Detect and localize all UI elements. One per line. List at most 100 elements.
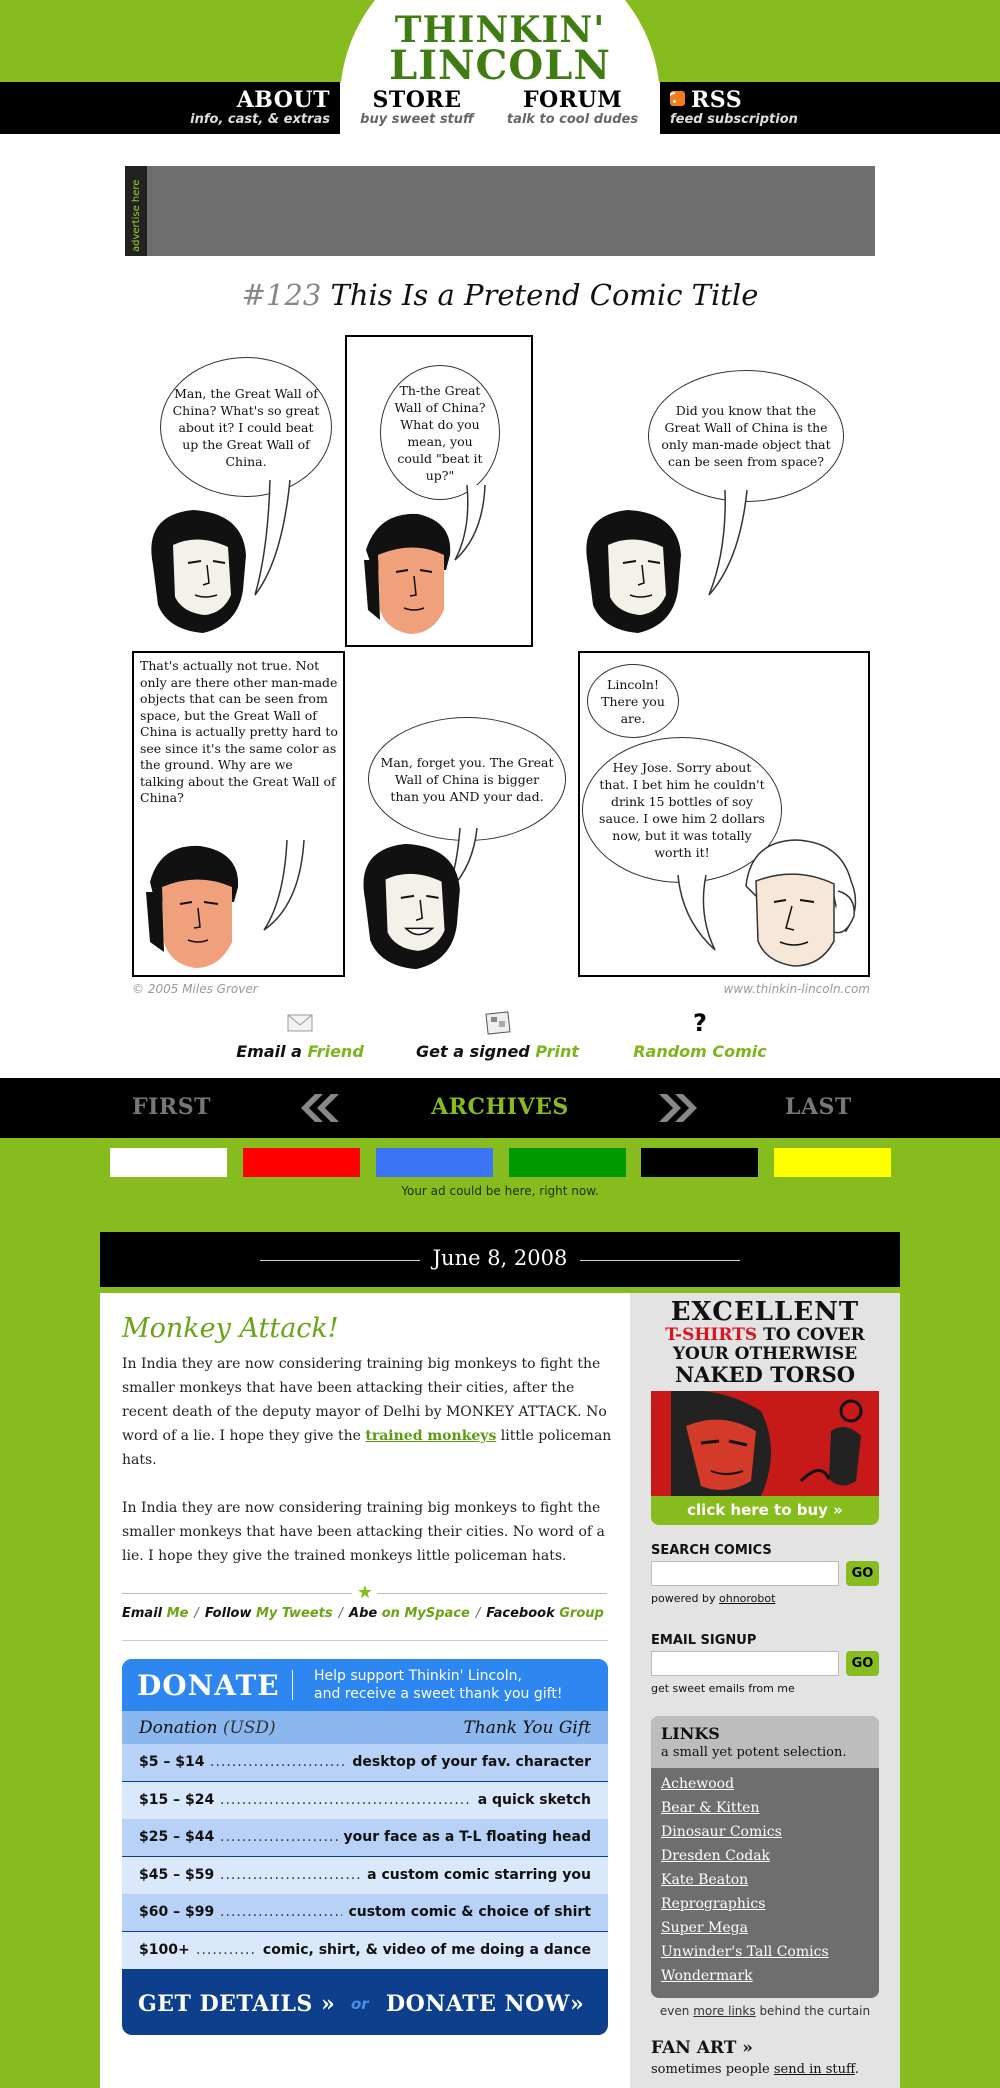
rss-icon [670, 91, 685, 106]
social-follow-tweets[interactable]: Follow My Tweets [205, 1606, 333, 1621]
social-links: Email Me / Follow My Tweets / Abe on MySpace… [122, 1606, 604, 1621]
last-comic-button[interactable]: LAST [785, 1094, 852, 1120]
links-header: LINKS a small yet potent selection. [651, 1716, 879, 1768]
nav-forum[interactable]: FORUM talk to cool dudes [500, 88, 645, 132]
social-myspace[interactable]: Abe on MySpace [349, 1606, 470, 1621]
ad-swatch[interactable] [774, 1148, 891, 1177]
jose-face-2 [146, 845, 239, 968]
nav-about[interactable]: ABOUT info, cast, & extras [170, 88, 330, 132]
links-subtitle: a small yet potent selection. [661, 1745, 847, 1760]
speech-bubble-6: Lincoln! There you are. [587, 664, 679, 738]
sidebar-link[interactable]: Unwinder's Tall Comics [661, 1944, 829, 1960]
sidebar-link[interactable]: Bear & Kitten [661, 1800, 759, 1816]
search-comics-label: SEARCH COMICS [651, 1543, 772, 1558]
social-facebook-group[interactable]: Facebook Group [486, 1606, 604, 1621]
ad-swatch[interactable] [509, 1148, 626, 1177]
fan-art-text: sometimes people send in stuff. [651, 2062, 859, 2077]
donate-gift: a quick sketch [477, 1791, 591, 1808]
nav-rss[interactable]: RSS feed subscription [670, 88, 840, 132]
links-title: LINKS [661, 1724, 720, 1743]
post-date-bar: June 8, 2008 [100, 1232, 900, 1290]
donate-amount: $15 – $24 [139, 1791, 215, 1808]
donate-amount: $100+ [139, 1941, 190, 1958]
search-go-button[interactable]: GO [846, 1561, 879, 1586]
donate-gift: comic, shirt, & video of me doing a danc… [262, 1941, 591, 1958]
next-chevron-icon[interactable] [655, 1094, 705, 1122]
post-title[interactable]: Monkey Attack! [122, 1313, 339, 1344]
ad-swatch[interactable] [641, 1148, 758, 1177]
nav-about-sub: info, cast, & extras [190, 112, 330, 127]
buy-tshirt-button[interactable]: click here to buy » [651, 1496, 879, 1525]
ad-swatch[interactable] [376, 1148, 493, 1177]
get-details-button[interactable]: GET DETAILS » [138, 1991, 335, 2017]
random-comic-link[interactable]: ? Random Comic [615, 1010, 785, 1061]
comic-site-url[interactable]: www.thinkin-lincoln.com [723, 982, 870, 996]
donate-tier-row[interactable]: $25 – $44........................ your fa… [122, 1819, 608, 1856]
send-in-stuff-link[interactable]: send in stuff [774, 2062, 855, 2077]
signed-print-link[interactable]: Get a signed Print [405, 1010, 590, 1061]
ad-caption: Your ad could be here, right now. [401, 1184, 599, 1198]
separator [122, 1640, 608, 1641]
tshirt-promo-image[interactable] [651, 1391, 879, 1496]
donate-now-button[interactable]: DONATE NOW» [386, 1991, 584, 2017]
logo-line-2: LINCOLN [389, 42, 611, 89]
donate-gift: custom comic & choice of shirt [348, 1904, 591, 1920]
speech-bubble-1: Man, the Great Wall of China? What's so … [160, 357, 332, 497]
donate-tier-row[interactable]: $100+............. comic, shirt, & video … [122, 1931, 608, 1969]
sidebar-link[interactable]: Dresden Codak [661, 1848, 770, 1864]
email-go-button[interactable]: GO [846, 1651, 879, 1676]
donate-divider [292, 1670, 293, 1700]
sidebar-link[interactable]: Super Mega [661, 1920, 748, 1936]
site-logo[interactable]: THINKIN' LINCOLN [340, 12, 660, 89]
jose-face-1 [364, 513, 451, 634]
advertisement-banner[interactable]: advertise here [125, 166, 875, 256]
fan-art-heading[interactable]: FAN ART » [651, 2038, 753, 2058]
gift-column-header: Thank You Gift [463, 1718, 591, 1738]
speech-bubble-2: Th-the Great Wall of China? What do you … [380, 365, 500, 500]
donate-footer: GET DETAILS » or DONATE NOW» [122, 1977, 608, 2035]
search-comics-input[interactable] [651, 1561, 839, 1586]
leader-dots: ............................ [210, 1754, 346, 1770]
email-signup-note: get sweet emails from me [651, 1682, 795, 1695]
question-mark-icon: ? [693, 1009, 707, 1037]
donate-tier-row[interactable]: $15 – $24...............................… [122, 1781, 608, 1819]
nav-store[interactable]: STORE buy sweet stuff [352, 88, 482, 132]
ohnorobot-link[interactable]: ohnorobot [719, 1592, 775, 1605]
donate-tier-row[interactable]: $45 – $59............................. a … [122, 1856, 608, 1894]
email-a-friend-link[interactable]: Email a Friend [225, 1010, 375, 1061]
print-icon [484, 1011, 511, 1035]
speech-bubble-5: Man, forget you. The Great Wall of China… [368, 717, 566, 841]
leader-dots: ........................ [220, 1829, 338, 1845]
ad-swatch[interactable] [243, 1148, 360, 1177]
donate-box: DONATE Help support Thinkin' Lincoln, and… [122, 1659, 608, 2035]
leader-dots: ......................... [220, 1904, 342, 1920]
nav-forum-sub: talk to cool dudes [506, 112, 639, 127]
sidebar-link[interactable]: Kate Beaton [661, 1872, 748, 1888]
sidebar-link[interactable]: Reprographics [661, 1896, 765, 1912]
comic-title: #123 This Is a Pretend Comic Title [0, 278, 1000, 312]
nav-rss-sub: feed subscription [670, 112, 798, 127]
sidebar-link[interactable]: Dinosaur Comics [661, 1824, 782, 1840]
advertise-here-tab[interactable]: advertise here [125, 166, 147, 256]
donate-header: DONATE Help support Thinkin' Lincoln, and… [122, 1659, 608, 1711]
trained-monkeys-link[interactable]: trained monkeys [365, 1428, 496, 1444]
advertise-here-label: advertise here [131, 179, 142, 252]
separator-right [377, 1593, 607, 1594]
links-box: LINKS a small yet potent selection. Ache… [651, 1716, 879, 1998]
social-email-me[interactable]: Email Me [122, 1606, 188, 1621]
donate-gift: a custom comic starring you [367, 1866, 591, 1883]
donate-subtitle: Help support Thinkin' Lincoln, and receiv… [314, 1668, 563, 1702]
powered-by-text: powered by ohnorobot [651, 1592, 776, 1605]
donate-gift: your face as a T-L floating head [343, 1829, 592, 1845]
lincoln-face-2 [586, 510, 681, 633]
sidebar-link[interactable]: Wondermark [661, 1968, 753, 1984]
more-links-link[interactable]: more links [693, 2004, 755, 2018]
donate-gift: desktop of your fav. character [352, 1754, 591, 1770]
donation-column-header: Donation [139, 1718, 218, 1738]
donate-tier-row[interactable]: $60 – $99......................... custom… [122, 1894, 608, 1931]
email-signup-input[interactable] [651, 1651, 839, 1676]
nav-rss-title: RSS [691, 87, 743, 113]
sidebar-link[interactable]: Achewood [661, 1776, 734, 1792]
ad-swatch[interactable] [110, 1148, 227, 1177]
donate-tier-row[interactable]: $5 – $14............................ desk… [122, 1744, 608, 1781]
